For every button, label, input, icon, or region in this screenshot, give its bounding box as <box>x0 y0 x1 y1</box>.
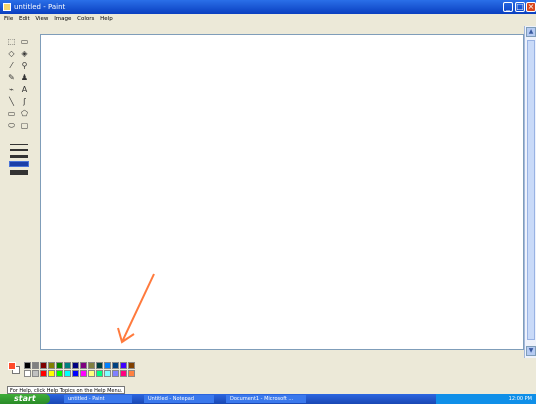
menu-image[interactable]: Image <box>54 14 71 24</box>
palette-swatch[interactable] <box>80 362 87 369</box>
rounded-rect-icon[interactable]: ▢ <box>19 120 30 131</box>
palette-swatch[interactable] <box>64 370 71 377</box>
pick-color-icon[interactable]: ⁄ <box>6 60 17 71</box>
foreground-color[interactable] <box>8 362 16 370</box>
taskbar: start untitled - Paint Untitled - Notepa… <box>0 394 536 404</box>
menu-view[interactable]: View <box>35 14 48 24</box>
palette-swatch[interactable] <box>104 362 111 369</box>
task-word[interactable]: Document1 - Microsoft ... <box>226 395 306 403</box>
palette-swatch[interactable] <box>72 370 79 377</box>
ellipse-icon[interactable]: ⬭ <box>6 120 17 131</box>
paint-app-icon <box>3 3 11 11</box>
palette-swatch[interactable] <box>32 362 39 369</box>
palette-swatch[interactable] <box>40 370 47 377</box>
system-tray: 12:00 PM <box>436 394 536 404</box>
palette-swatch[interactable] <box>120 370 127 377</box>
palette-swatch[interactable] <box>48 362 55 369</box>
maximize-button[interactable]: □ <box>515 2 525 12</box>
color-box <box>6 360 526 384</box>
start-label: start <box>14 394 36 403</box>
status-bar: For Help, click Help Topics on the Help … <box>0 386 536 394</box>
palette-swatch[interactable] <box>88 370 95 377</box>
title-bar: untitled - Paint _ □ × <box>0 0 536 14</box>
magnifier-icon[interactable]: ⚲ <box>19 60 30 71</box>
palette-swatch[interactable] <box>120 362 127 369</box>
text-icon[interactable]: A <box>19 84 30 95</box>
scroll-down-button[interactable]: ▼ <box>526 346 536 356</box>
airbrush-icon[interactable]: ⌁ <box>6 84 17 95</box>
line-width-1[interactable] <box>10 144 28 145</box>
line-width-5[interactable] <box>10 170 28 175</box>
scroll-thumb[interactable] <box>527 40 535 340</box>
palette-swatch[interactable] <box>128 362 135 369</box>
palette-swatch[interactable] <box>96 362 103 369</box>
annotation-arrow <box>117 273 155 344</box>
task-paint-label: untitled - Paint <box>68 396 105 402</box>
palette-swatch[interactable] <box>24 362 31 369</box>
menu-file[interactable]: File <box>4 14 13 24</box>
curve-icon[interactable]: ʃ <box>19 96 30 107</box>
pencil-icon[interactable]: ✎ <box>6 72 17 83</box>
status-text: For Help, click Help Topics on the Help … <box>7 386 126 394</box>
palette-swatch[interactable] <box>96 370 103 377</box>
menu-colors[interactable]: Colors <box>77 14 94 24</box>
menu-bar: File Edit View Image Colors Help <box>0 14 536 24</box>
close-button[interactable]: × <box>526 2 536 12</box>
palette-swatch[interactable] <box>88 362 95 369</box>
line-width-selector <box>9 140 29 180</box>
line-icon[interactable]: ╲ <box>6 96 17 107</box>
task-paint[interactable]: untitled - Paint <box>64 395 132 403</box>
menu-edit[interactable]: Edit <box>19 14 30 24</box>
window-title: untitled - Paint <box>14 3 66 11</box>
palette-swatch[interactable] <box>112 362 119 369</box>
minimize-button[interactable]: _ <box>503 2 513 12</box>
menu-help[interactable]: Help <box>100 14 113 24</box>
palette-swatch[interactable] <box>24 370 31 377</box>
brush-icon[interactable]: ♟ <box>19 72 30 83</box>
palette-swatch[interactable] <box>72 362 79 369</box>
palette-swatch[interactable] <box>104 370 111 377</box>
polygon-icon[interactable]: ⬠ <box>19 108 30 119</box>
task-notepad[interactable]: Untitled - Notepad <box>144 395 214 403</box>
line-width-3[interactable] <box>10 155 28 158</box>
scroll-up-button[interactable]: ▲ <box>526 27 536 37</box>
start-button[interactable]: start <box>0 394 50 404</box>
line-width-2[interactable] <box>10 149 28 151</box>
task-notepad-label: Untitled - Notepad <box>148 396 195 402</box>
palette-swatch[interactable] <box>56 362 63 369</box>
palette-swatch[interactable] <box>48 370 55 377</box>
tray-clock: 12:00 PM <box>508 396 532 402</box>
current-colors[interactable] <box>8 362 20 374</box>
palette-swatch[interactable] <box>56 370 63 377</box>
palette-swatch[interactable] <box>40 362 47 369</box>
free-form-select-icon[interactable]: ⬚ <box>6 36 17 47</box>
select-icon[interactable]: ▭ <box>19 36 30 47</box>
line-width-4[interactable] <box>9 161 29 167</box>
rectangle-icon[interactable]: ▭ <box>6 108 17 119</box>
palette-swatch[interactable] <box>112 370 119 377</box>
task-word-label: Document1 - Microsoft ... <box>230 396 294 402</box>
palette-swatch[interactable] <box>80 370 87 377</box>
vertical-scrollbar[interactable]: ▲ ▼ <box>524 26 536 358</box>
fill-icon[interactable]: ◈ <box>19 48 30 59</box>
eraser-icon[interactable]: ◇ <box>6 48 17 59</box>
palette-swatch[interactable] <box>64 362 71 369</box>
palette-swatch[interactable] <box>32 370 39 377</box>
palette-swatch[interactable] <box>128 370 135 377</box>
